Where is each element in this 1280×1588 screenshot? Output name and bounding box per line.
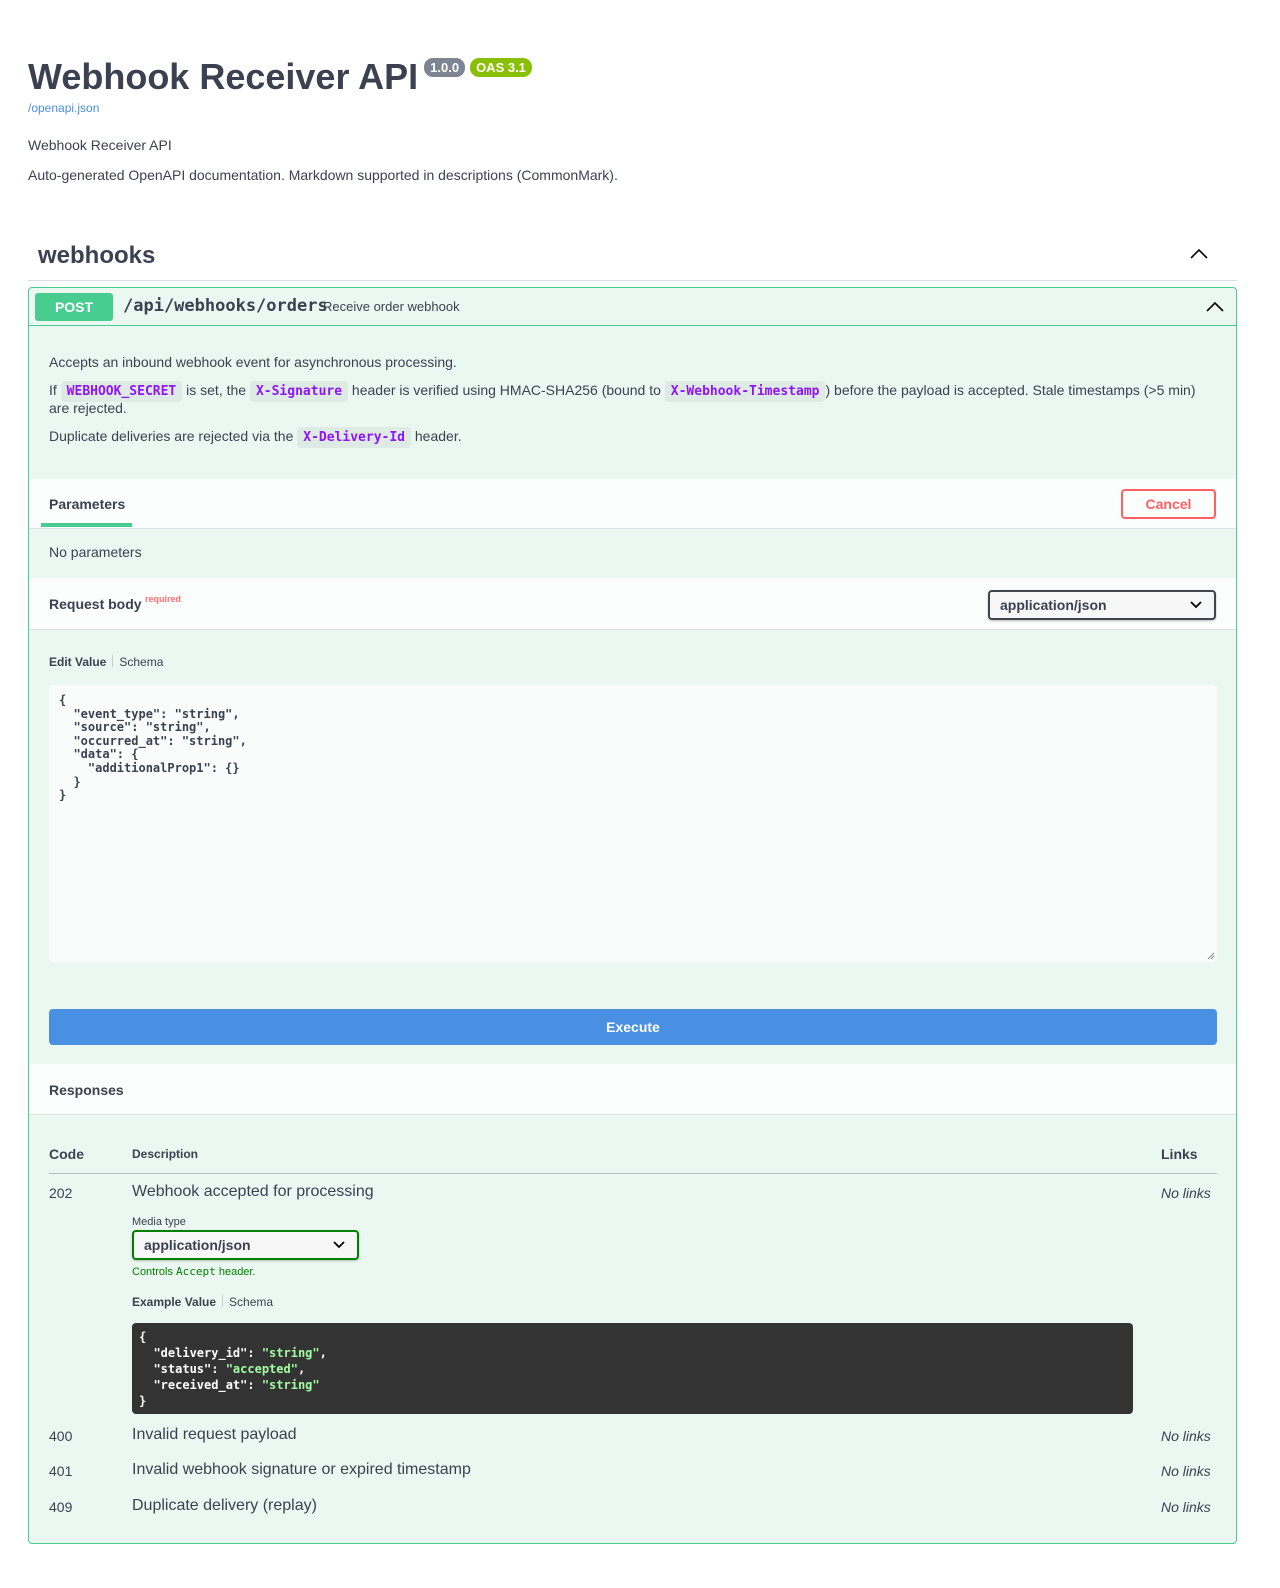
tag-name: webhooks — [38, 242, 156, 269]
json-string: "string" — [261, 1346, 320, 1360]
opblock-post-orders: POST /api/webhooks/orders Receive order … — [28, 287, 1237, 1544]
text-span: Duplicate deliveries are rejected via th… — [49, 428, 298, 444]
inline-code: X-Delivery-Id — [297, 427, 411, 448]
method-badge: POST — [35, 293, 113, 321]
response-description: Invalid request payload — [132, 1426, 297, 1443]
tab-active-underline — [41, 523, 132, 527]
response-code: 400 — [49, 1428, 73, 1444]
text-span: Controls — [132, 1266, 177, 1278]
resize-handle-icon[interactable] — [1207, 952, 1215, 960]
select-value: application/json — [1000, 597, 1107, 613]
response-description: Webhook accepted for processing — [132, 1183, 374, 1200]
table-row: 202 Webhook accepted for processing No l… — [49, 1183, 1217, 1425]
chevron-up-icon[interactable] — [1187, 244, 1211, 264]
example-json: { "delivery_id": "string", "status": "ac… — [139, 1329, 327, 1409]
select-value: application/json — [144, 1237, 251, 1253]
oas-badge: OAS 3.1 — [470, 58, 532, 77]
inline-code: X-Signature — [249, 381, 349, 402]
tab-example-value[interactable]: Example Value — [132, 1295, 216, 1309]
required-label: required — [145, 594, 182, 604]
table-row: 409 Duplicate delivery (replay) No links — [49, 1497, 1217, 1523]
text-span: If — [49, 382, 61, 398]
response-links: No links — [1161, 1499, 1211, 1515]
column-header-code: Code — [49, 1146, 84, 1162]
operation-path: /api/webhooks/orders — [123, 296, 328, 316]
tab-edit-value[interactable]: Edit Value — [49, 655, 106, 669]
media-type-label: Media type — [132, 1216, 186, 1228]
chevron-up-icon[interactable] — [1204, 296, 1226, 316]
json-punct: , — [297, 1362, 306, 1376]
code-line: { — [139, 1330, 147, 1344]
text-span: header. — [411, 428, 462, 444]
openapi-json-link[interactable]: /openapi.json — [28, 101, 99, 115]
inline-code: X-Webhook-Timestamp — [664, 381, 826, 402]
description-paragraph: Accepts an inbound webhook event for asy… — [49, 354, 457, 370]
response-example-tabs: Example Value Schema — [132, 1295, 273, 1309]
column-header-links: Links — [1161, 1146, 1198, 1162]
inline-code: Accept — [176, 1265, 216, 1278]
operation-summary: Receive order webhook — [323, 299, 460, 314]
column-header-description: Description — [132, 1147, 199, 1161]
tab-divider — [112, 655, 114, 667]
title-row: Webhook Receiver API 1.0.0 OAS 3.1 — [28, 56, 1228, 98]
api-info: Webhook Receiver API 1.0.0 OAS 3.1 /open… — [28, 56, 1228, 183]
text-span: header is verified using HMAC-SHA256 (bo… — [348, 382, 665, 398]
chevron-down-icon — [333, 1241, 345, 1249]
text-span: is set, the — [182, 382, 250, 398]
response-code: 409 — [49, 1499, 73, 1515]
no-parameters-text: No parameters — [49, 544, 142, 560]
table-row: 400 Invalid request payload No links — [49, 1426, 1217, 1452]
tab-parameters[interactable]: Parameters — [49, 496, 125, 512]
version-badge: 1.0.0 — [424, 58, 466, 77]
api-description-title: Webhook Receiver API — [28, 137, 172, 153]
parameters-header: Parameters Cancel — [29, 479, 1236, 529]
tag-header-webhooks[interactable]: webhooks — [28, 232, 1237, 281]
media-type-hint: Controls Accept header. — [132, 1265, 256, 1278]
request-body-tabs: Edit Value Schema — [49, 655, 163, 669]
response-description: Duplicate delivery (replay) — [132, 1497, 317, 1514]
response-media-type-select[interactable]: application/json — [132, 1230, 359, 1260]
response-description: Invalid webhook signature or expired tim… — [132, 1461, 471, 1478]
request-body-value[interactable]: { "event_type": "string", "source": "str… — [59, 693, 247, 803]
table-row: 401 Invalid webhook signature or expired… — [49, 1461, 1217, 1487]
cancel-button[interactable]: Cancel — [1121, 489, 1216, 519]
response-code: 202 — [49, 1185, 73, 1201]
opblock-summary[interactable]: POST /api/webhooks/orders Receive order … — [29, 288, 1236, 326]
chevron-down-icon — [1190, 601, 1202, 609]
inline-code: WEBHOOK_SECRET — [60, 381, 183, 402]
page-title: Webhook Receiver API — [28, 56, 419, 97]
request-body-header: Request body required application/json — [29, 578, 1236, 630]
description-paragraph: If WEBHOOK_SECRET is set, the X-Signatur… — [49, 381, 1219, 416]
code-line: } — [139, 1394, 147, 1408]
request-content-type-select[interactable]: application/json — [988, 590, 1216, 620]
response-links: No links — [1161, 1463, 1211, 1479]
operation-description: Accepts an inbound webhook event for asy… — [49, 354, 1219, 458]
responses-table-header: Code Description Links — [49, 1143, 1217, 1174]
json-key: "received_at": — [139, 1378, 262, 1392]
json-punct: , — [319, 1346, 327, 1360]
response-links: No links — [1161, 1428, 1211, 1444]
response-example-code: { "delivery_id": "string", "status": "ac… — [132, 1323, 1133, 1414]
json-key: "delivery_id": — [139, 1346, 262, 1360]
responses-title: Responses — [49, 1082, 124, 1098]
text-span: header. — [215, 1266, 256, 1278]
response-links: No links — [1161, 1185, 1211, 1201]
responses-header: Responses — [29, 1064, 1236, 1115]
api-description: Auto-generated OpenAPI documentation. Ma… — [28, 167, 618, 183]
tab-schema[interactable]: Schema — [119, 655, 163, 669]
description-paragraph: Duplicate deliveries are rejected via th… — [49, 427, 1219, 448]
request-body-editor[interactable]: { "event_type": "string", "source": "str… — [49, 685, 1217, 962]
json-key: "status": — [139, 1362, 226, 1376]
json-string: "string" — [261, 1378, 320, 1392]
json-string: "accepted" — [225, 1362, 298, 1376]
request-body-title: Request body — [49, 596, 142, 612]
execute-button[interactable]: Execute — [49, 1009, 1217, 1045]
tab-divider — [222, 1295, 224, 1307]
response-code: 401 — [49, 1463, 73, 1479]
tab-schema[interactable]: Schema — [229, 1295, 273, 1309]
